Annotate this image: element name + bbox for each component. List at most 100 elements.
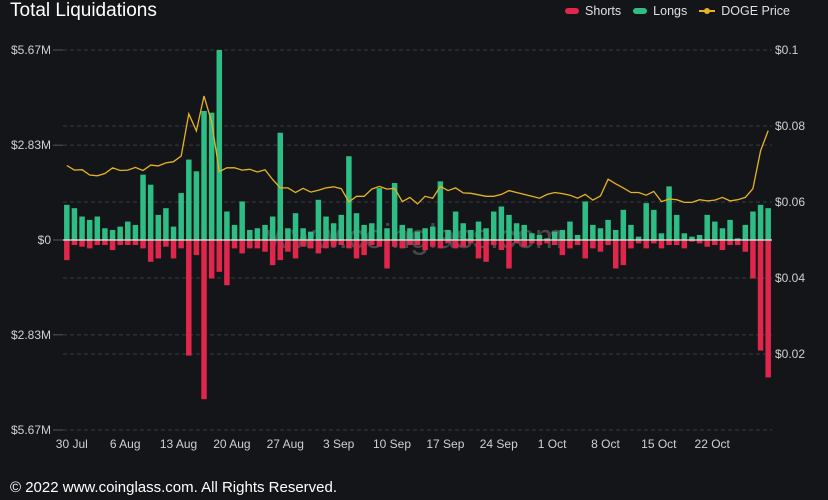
- longs-bar: [140, 174, 146, 240]
- left-tick-label: $5.67M: [11, 43, 51, 57]
- shorts-bar: [178, 240, 184, 249]
- longs-bar: [567, 221, 573, 240]
- x-tick-label: 15 Oct: [641, 437, 677, 451]
- longs-bar: [369, 223, 375, 240]
- shorts-bar: [399, 240, 405, 249]
- shorts-bar: [369, 240, 375, 246]
- longs-bar: [704, 214, 710, 240]
- shorts-bar: [712, 240, 718, 246]
- shorts-bar: [605, 240, 611, 246]
- longs-bar: [376, 188, 383, 240]
- longs-bar: [765, 208, 771, 240]
- shorts-bar: [285, 240, 291, 252]
- longs-bar: [498, 206, 505, 240]
- longs-bar: [719, 228, 726, 240]
- shorts-bar: [391, 240, 398, 247]
- longs-bar: [338, 214, 345, 240]
- shorts-bar: [384, 240, 390, 269]
- shorts-bar: [109, 240, 116, 251]
- shorts-bar: [338, 240, 345, 246]
- longs-bar: [506, 214, 512, 240]
- longs-bar: [178, 193, 184, 240]
- shorts-bar: [140, 240, 146, 249]
- longs-bar: [643, 203, 649, 240]
- shorts-bar: [521, 240, 527, 247]
- shorts-bar: [155, 240, 162, 259]
- longs-bar: [582, 201, 588, 240]
- right-tick-label: $0.04: [775, 271, 805, 285]
- longs-bar: [330, 223, 337, 240]
- shorts-bar: [71, 240, 78, 246]
- longs-bar: [460, 223, 466, 240]
- longs-bar: [605, 219, 611, 240]
- left-tick-label: $5.67M: [11, 423, 51, 437]
- shorts-bar: [300, 240, 306, 247]
- shorts-bar: [681, 240, 688, 249]
- longs-bar: [308, 231, 314, 240]
- shorts-bar: [254, 240, 261, 249]
- longs-bar: [102, 228, 108, 240]
- longs-bar: [468, 229, 474, 240]
- shorts-bar: [422, 240, 428, 251]
- longs-bar: [384, 228, 390, 240]
- longs-bar: [612, 229, 619, 240]
- shorts-bar: [330, 240, 337, 247]
- longs-bar: [285, 228, 291, 240]
- x-tick-label: 3 Sep: [323, 437, 355, 451]
- longs-bar: [315, 199, 322, 240]
- shorts-bar: [498, 240, 505, 251]
- shorts-bar: [574, 240, 581, 246]
- shorts-bar: [452, 240, 459, 249]
- longs-bar: [64, 204, 70, 240]
- longs-bar: [269, 216, 276, 240]
- shorts-bar: [673, 240, 680, 246]
- shorts-bar: [536, 240, 543, 246]
- longs-bar: [117, 226, 123, 240]
- longs-bar: [742, 224, 749, 240]
- shorts-bar: [247, 240, 253, 249]
- longs-bar: [94, 216, 101, 240]
- longs-bar: [407, 228, 413, 240]
- shorts-bar: [757, 240, 764, 351]
- shorts-bar: [361, 240, 367, 256]
- longs-bar: [361, 224, 367, 240]
- right-tick-label: $0.06: [775, 195, 805, 209]
- shorts-bar: [597, 240, 604, 252]
- longs-bar: [750, 211, 756, 240]
- longs-bar: [247, 229, 253, 240]
- shorts-bar: [208, 240, 215, 279]
- shorts-bar: [704, 240, 710, 247]
- longs-bar: [483, 228, 489, 240]
- shorts-bar: [201, 240, 207, 400]
- shorts-bar: [727, 240, 733, 246]
- copyright-footer: © 2022 www.coinglass.com. All Rights Res…: [10, 479, 338, 496]
- longs-bar: [323, 216, 329, 240]
- shorts-bar: [628, 240, 634, 249]
- longs-bar: [79, 216, 85, 240]
- shorts-bar: [147, 240, 154, 262]
- shorts-bar: [460, 240, 466, 247]
- x-tick-label: 30 Jul: [56, 437, 88, 451]
- longs-bar: [71, 208, 78, 240]
- shorts-bar: [262, 240, 268, 252]
- longs-bar: [727, 219, 733, 240]
- longs-bar: [201, 110, 207, 240]
- shorts-bar: [430, 240, 436, 247]
- shorts-bar: [315, 240, 322, 254]
- left-axis: $5.67M $2.83M $0 $2.83M $5.67M: [11, 43, 63, 437]
- shorts-bar: [742, 240, 749, 252]
- liquidations-chart: www.coinglass.com $5.67M$2.83M$0$2.83M$5…: [11, 43, 805, 451]
- longs-bar: [300, 228, 306, 240]
- longs-bar: [597, 228, 604, 240]
- longs-bar: [216, 50, 223, 240]
- shorts-bar: [323, 240, 329, 249]
- shorts-bar: [86, 240, 93, 249]
- longs-bar: [551, 231, 558, 240]
- longs-bar: [254, 228, 261, 240]
- shorts-bar: [490, 240, 497, 246]
- x-tick-label: 27 Aug: [267, 437, 304, 451]
- shorts-bar: [269, 240, 276, 266]
- shorts-bar: [765, 240, 771, 378]
- shorts-bar: [117, 240, 123, 246]
- x-tick-label: 22 Oct: [695, 437, 731, 451]
